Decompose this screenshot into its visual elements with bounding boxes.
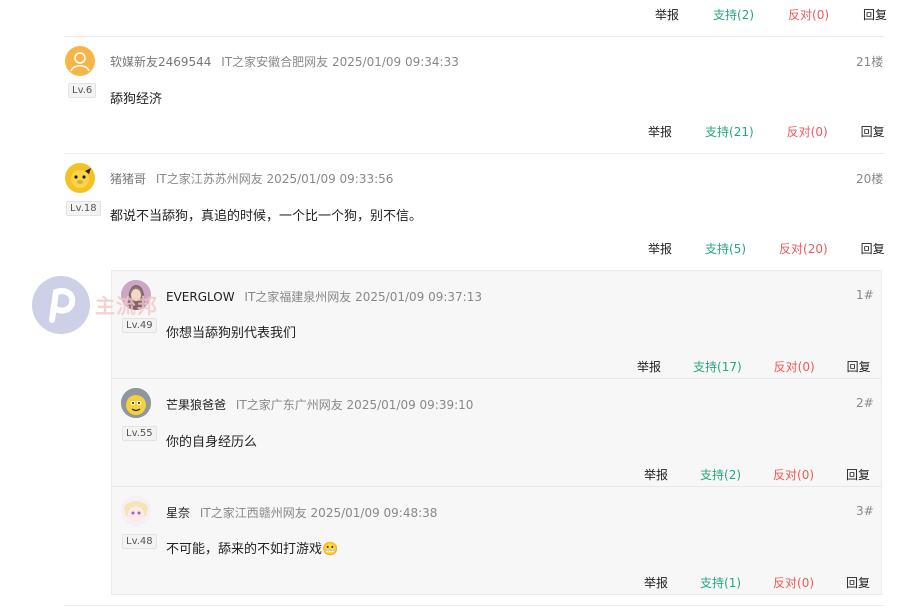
report-button[interactable]: 举报 [637, 358, 661, 375]
floor-number: 2# [856, 396, 874, 410]
pig-avatar-icon [71, 168, 91, 188]
reply-actions: 举报 支持(1) 反对(0) 回复 [644, 574, 870, 591]
timestamp: 2025/01/09 09:37:13 [355, 290, 482, 304]
cartoon-avatar-icon [121, 388, 151, 418]
default-user-icon [70, 52, 90, 72]
p-logo-icon [49, 288, 76, 323]
floor-number: 3# [856, 504, 874, 518]
floor-number: 1# [856, 288, 874, 302]
level-badge: Lv.55 [122, 426, 157, 441]
report-button[interactable]: 举报 [648, 240, 672, 257]
reply-text: 你的自身经历么 [166, 435, 258, 450]
location: IT之家安徽合肥网友 [221, 55, 329, 69]
support-button[interactable]: 支持(5) [705, 240, 746, 257]
reply-text: 不可能，舔来的不如打游戏😬 [166, 538, 338, 557]
divider [112, 486, 881, 487]
oppose-button[interactable]: 反对(0) [773, 574, 814, 591]
reply-actions: 举报 支持(17) 反对(0) 回复 [637, 358, 871, 375]
report-button[interactable]: 举报 [644, 574, 668, 591]
comment-actions: 举报 支持(21) 反对(0) 回复 [648, 123, 885, 140]
report-button[interactable]: 举报 [644, 466, 668, 483]
reply-meta: EVERGLOW IT之家福建泉州网友 2025/01/09 09:37:13 [166, 288, 482, 305]
reply-button[interactable]: 回复 [847, 358, 871, 375]
divider [64, 36, 884, 37]
timestamp: 2025/01/09 09:33:56 [266, 172, 394, 186]
reply-button[interactable]: 回复 [861, 240, 885, 257]
comment-meta: 猪猪哥 IT之家江苏苏州网友 2025/01/09 09:33:56 [110, 170, 393, 187]
avatar[interactable] [121, 496, 151, 526]
reply-meta: 芒果狼爸爸 IT之家广东广州网友 2025/01/09 09:39:10 [166, 396, 473, 413]
oppose-button[interactable]: 反对(20) [779, 240, 828, 257]
floor-number: 21楼 [856, 55, 884, 69]
level-badge: Lv.18 [66, 201, 101, 216]
anime-avatar-icon [121, 496, 151, 526]
divider [112, 378, 881, 379]
comment-meta: 软媒新友2469544 IT之家安徽合肥网友 2025/01/09 09:34:… [110, 53, 459, 70]
reply-button[interactable]: 回复 [846, 574, 870, 591]
support-button[interactable]: 支持(21) [705, 123, 754, 140]
location: IT之家广东广州网友 [235, 398, 343, 412]
grimace-emoji-icon: 😬 [322, 542, 339, 557]
username[interactable]: 星奈 [166, 506, 190, 520]
username[interactable]: 软媒新友2469544 [110, 55, 211, 69]
divider [64, 153, 884, 154]
watermark-logo-icon [32, 276, 90, 334]
username[interactable]: 芒果狼爸爸 [166, 398, 226, 412]
comment-actions: 举报 支持(5) 反对(20) 回复 [648, 240, 885, 257]
oppose-button[interactable]: 反对(0) [774, 358, 815, 375]
oppose-button[interactable]: 反对(0) [787, 123, 828, 140]
reply-actions: 举报 支持(2) 反对(0) 回复 [644, 466, 870, 483]
reply-button[interactable]: 回复 [863, 6, 887, 23]
reply-button[interactable]: 回复 [861, 123, 885, 140]
location: IT之家江西赣州网友 [199, 506, 307, 520]
top-actions: 举报 支持(2) 反对(0) 回复 [655, 6, 887, 23]
comment-text: 都说不当舔狗，真追的时候，一个比一个狗，别不信。 [110, 209, 423, 224]
floor-number: 20楼 [856, 172, 884, 186]
oppose-button[interactable]: 反对(0) [788, 6, 829, 23]
report-button[interactable]: 举报 [648, 123, 672, 140]
support-button[interactable]: 支持(17) [693, 358, 742, 375]
location: IT之家福建泉州网友 [244, 290, 352, 304]
reply-button[interactable]: 回复 [846, 466, 870, 483]
reply-meta: 星奈 IT之家江西赣州网友 2025/01/09 09:48:38 [166, 504, 437, 521]
avatar[interactable] [65, 46, 95, 76]
reply-text: 你想当舔狗别代表我们 [166, 326, 297, 341]
avatar[interactable] [65, 163, 95, 193]
timestamp: 2025/01/09 09:39:10 [346, 398, 474, 412]
level-badge: Lv.6 [68, 83, 97, 98]
avatar[interactable] [121, 388, 151, 418]
divider [64, 605, 884, 606]
support-button[interactable]: 支持(2) [700, 466, 741, 483]
username[interactable]: EVERGLOW [166, 290, 235, 304]
level-badge: Lv.49 [122, 318, 157, 333]
watermark-text: 主流邦 [95, 294, 158, 318]
support-button[interactable]: 支持(1) [700, 574, 741, 591]
comment-text: 舔狗经济 [110, 92, 163, 107]
location: IT之家江苏苏州网友 [155, 172, 263, 186]
support-button[interactable]: 支持(2) [713, 6, 754, 23]
oppose-button[interactable]: 反对(0) [773, 466, 814, 483]
report-button[interactable]: 举报 [655, 6, 679, 23]
reply-text-body: 不可能，舔来的不如打游戏 [166, 542, 323, 557]
timestamp: 2025/01/09 09:34:33 [331, 55, 459, 69]
level-badge: Lv.48 [122, 534, 157, 549]
timestamp: 2025/01/09 09:48:38 [310, 506, 438, 520]
username[interactable]: 猪猪哥 [110, 172, 146, 186]
